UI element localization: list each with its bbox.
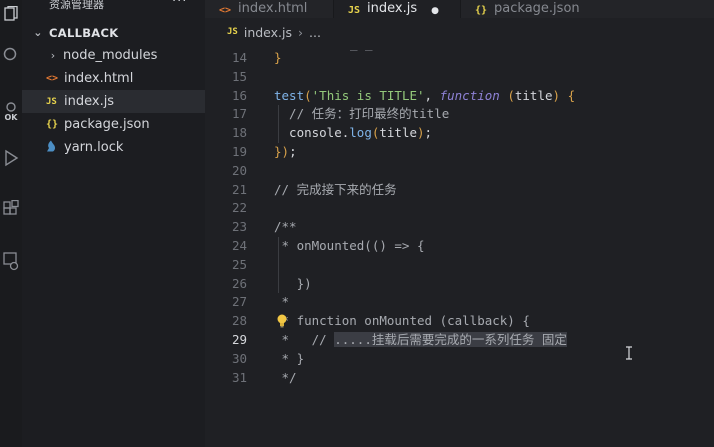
line-number: 28	[231, 313, 247, 329]
line-number: 20	[231, 162, 247, 178]
line-number: 16	[231, 87, 247, 103]
line-number: 18	[231, 125, 247, 141]
tree-item-label: index.js	[64, 94, 115, 109]
chevron-down-icon: ⌄	[33, 26, 43, 39]
more-actions-icon[interactable]: ···	[172, 0, 187, 9]
html-file-icon: <>	[46, 73, 59, 84]
extensions-icon[interactable]	[0, 196, 22, 222]
line-number: 25	[231, 256, 247, 272]
explorer-icon[interactable]	[0, 2, 22, 28]
line-number: 30	[231, 350, 247, 366]
selected-text: .....挂载后需要完成的一系列任务 固定	[334, 332, 567, 347]
code-line[interactable]: * // .....挂载后需要完成的一系列任务 固定	[274, 331, 567, 350]
chevron-right-icon: ›	[50, 49, 56, 62]
line-number: 29	[231, 332, 247, 347]
lightbulb-icon[interactable]	[276, 314, 288, 328]
tree-item-label: package.json	[64, 117, 150, 132]
code-line[interactable]: console.log(title);	[274, 124, 432, 143]
editor-tab-bar: <> index.html JS index.js ● {} package.j…	[205, 0, 714, 18]
code-line[interactable]: // 完成接下来的任务	[274, 181, 397, 200]
tree-item-package-json[interactable]: {} package.json	[22, 113, 205, 136]
indent-guide	[278, 237, 279, 294]
tab-label: index.js	[367, 1, 418, 16]
tree-item-index-html[interactable]: <> index.html	[22, 67, 205, 90]
js-file-icon: JS	[227, 27, 238, 37]
indent-guide	[278, 105, 279, 143]
line-number: 19	[231, 144, 247, 159]
play-icon[interactable]	[0, 146, 22, 170]
js-file-icon: JS	[46, 96, 57, 107]
text-cursor-icon	[626, 346, 632, 360]
code-line[interactable]: }	[274, 49, 282, 68]
line-number: 27	[231, 294, 247, 310]
code-line[interactable]: * function onMounted (callback) {	[274, 312, 530, 331]
yarn-icon	[46, 140, 64, 156]
run-debug-label: OK	[4, 112, 18, 122]
breadcrumb-separator-icon: ›	[298, 24, 304, 40]
line-number: 21	[231, 181, 247, 197]
tree-item-label: node_modules	[63, 48, 158, 63]
line-number: 31	[231, 369, 247, 385]
breadcrumb-file[interactable]: index.js	[244, 25, 292, 40]
code-line[interactable]: // 任务：打印最终的title	[274, 105, 449, 124]
run-debug-icon[interactable]: OK	[0, 98, 22, 124]
tab-package-json[interactable]: {} package.json	[461, 0, 714, 18]
tab-label: package.json	[494, 1, 580, 16]
tab-label: index.html	[238, 1, 308, 16]
tree-item-label: yarn.lock	[64, 140, 124, 155]
breadcrumb: JS index.js › ...	[205, 18, 714, 46]
line-number: 14	[231, 50, 247, 65]
explorer-title: 资源管理器	[49, 0, 104, 11]
line-number: 24	[231, 238, 247, 253]
code-line[interactable]: })	[274, 275, 312, 294]
remote-explorer-icon[interactable]	[0, 248, 22, 274]
js-file-icon: JS	[348, 5, 361, 16]
code-line[interactable]: * onMounted(() => {	[274, 237, 425, 256]
code-line[interactable]: */	[274, 369, 297, 388]
explorer-sidebar: 资源管理器 ··· ⌄ CALLBACK › node_modules <> i…	[22, 0, 205, 447]
tree-item-label: index.html	[64, 71, 134, 86]
code-line[interactable]: });	[274, 143, 297, 162]
code-line[interactable]: /**	[274, 218, 297, 237]
code-line[interactable]: * }	[274, 350, 305, 369]
folder-label: CALLBACK	[49, 25, 119, 40]
tab-index-html[interactable]: <> index.html	[205, 0, 333, 18]
tree-item-index-js[interactable]: JS index.js	[22, 90, 205, 113]
breadcrumb-symbol[interactable]: ...	[309, 25, 321, 40]
code-editor[interactable]: _ _ 14 15 16 17 18 19 20 21 22 23 24 25 26 27 28 29 30 31…	[205, 46, 714, 447]
folder-callback[interactable]: ⌄ CALLBACK	[22, 21, 205, 44]
code-line[interactable]: test('This is TITLE', function (title) {	[274, 87, 575, 106]
tab-index-js[interactable]: JS index.js ●	[334, 0, 460, 18]
line-number: 23	[231, 219, 247, 235]
search-icon[interactable]	[0, 44, 22, 66]
json-file-icon: {}	[46, 119, 59, 130]
html-file-icon: <>	[219, 5, 232, 16]
unsaved-dot-icon[interactable]: ●	[431, 6, 439, 16]
json-file-icon: {}	[475, 5, 488, 16]
line-number: 17	[231, 106, 247, 122]
partial-code-line: _ _	[350, 46, 373, 51]
line-number: 26	[231, 275, 247, 291]
tree-item-node-modules[interactable]: › node_modules	[22, 44, 205, 67]
code-line[interactable]: *	[274, 293, 290, 312]
activity-bar: OK	[0, 0, 22, 447]
tree-item-yarn-lock[interactable]: yarn.lock	[22, 136, 205, 159]
line-number: 15	[231, 68, 247, 84]
line-number: 22	[231, 200, 247, 216]
